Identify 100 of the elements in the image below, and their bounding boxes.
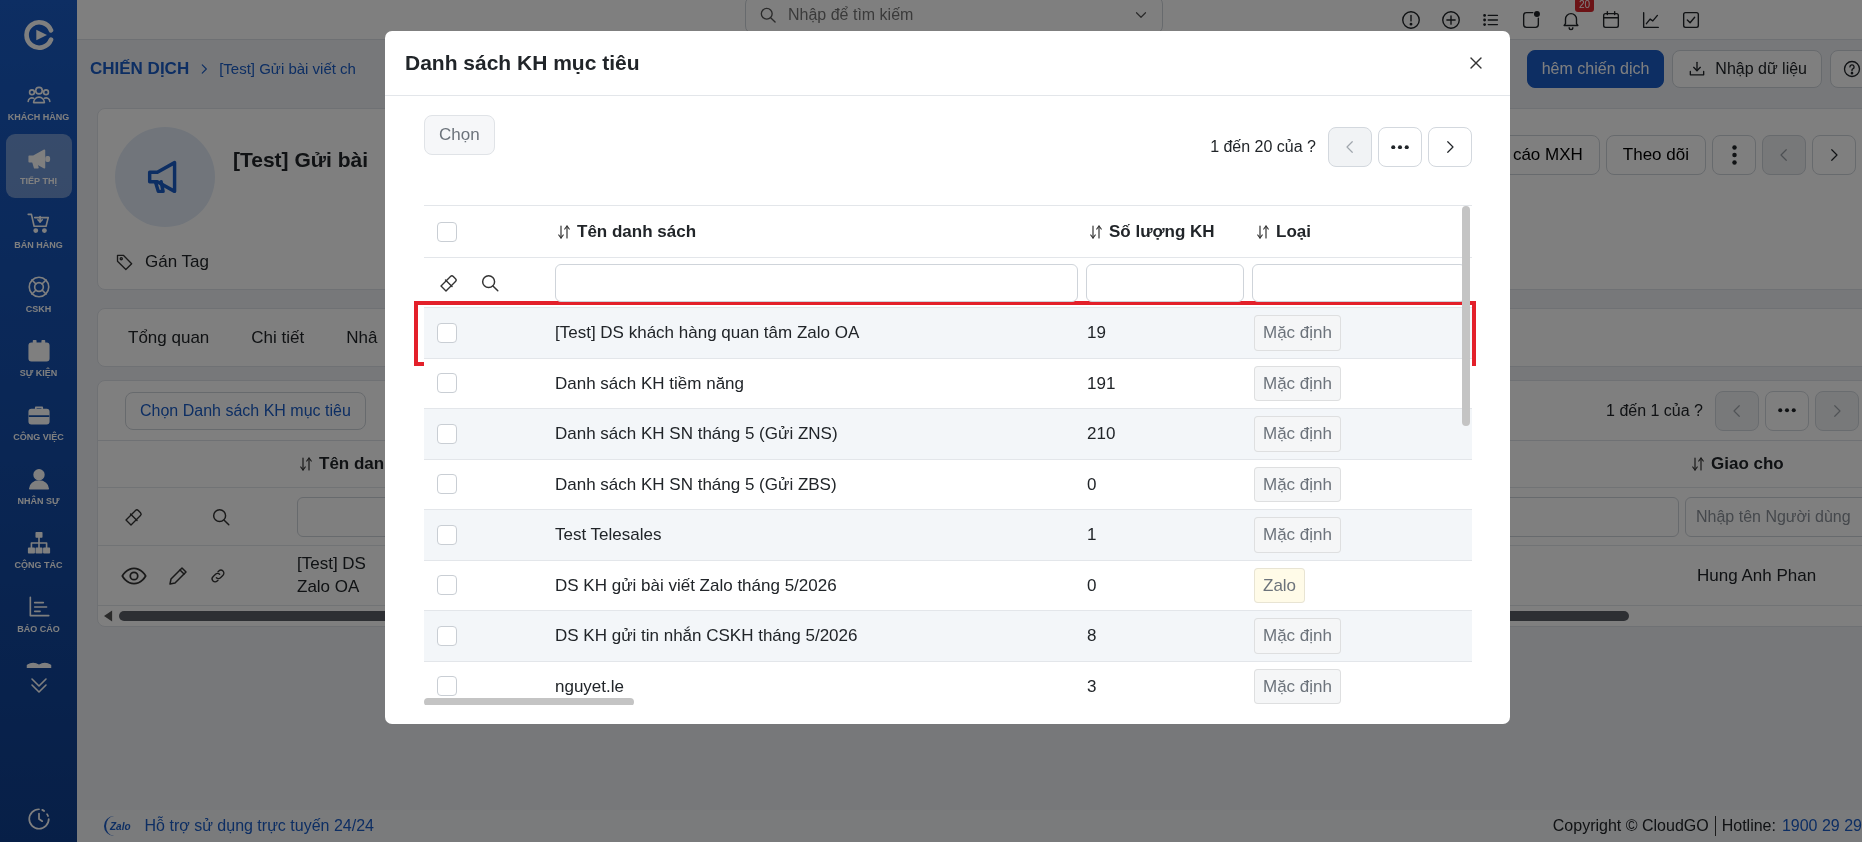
table-row[interactable]: Test Telesales 1 Mặc định	[424, 510, 1472, 561]
checkbox[interactable]	[437, 423, 457, 444]
tab[interactable]: Nhâ	[346, 324, 378, 351]
tab[interactable]: Chi tiết	[251, 324, 305, 351]
clock-icon[interactable]	[25, 806, 52, 832]
filter-field[interactable]	[555, 263, 1078, 302]
sidebar-item[interactable]: BÁN HÀNG	[5, 198, 72, 262]
table-row[interactable]: Danh sách KH SN tháng 5 (Gửi ZNS) 210 Mặc định	[424, 409, 1472, 460]
hotline-label: Hotline:	[1721, 816, 1776, 836]
table-cell: 19	[1087, 323, 1106, 342]
type-tag: Mặc định	[1254, 517, 1341, 553]
kebab-icon	[1731, 145, 1737, 165]
column-header[interactable]: Số lượng KH	[1109, 218, 1215, 245]
more-pages-button[interactable]	[1378, 127, 1422, 167]
checkbox[interactable]	[437, 474, 457, 495]
table-cell: 0	[1087, 474, 1097, 494]
square-dot-icon[interactable]	[1520, 8, 1542, 31]
more-icon	[1391, 144, 1409, 150]
lifebuoy-icon	[25, 273, 52, 300]
checkbox[interactable]	[437, 221, 457, 242]
table-cell: 0	[1087, 575, 1097, 595]
scroll-left-icon[interactable]	[104, 610, 113, 622]
alert-icon[interactable]	[1400, 8, 1422, 31]
help-icon	[1842, 59, 1862, 79]
sidebar-item[interactable]: CỘNG TÁC	[5, 518, 72, 582]
type-tag: Mặc định	[1254, 365, 1341, 401]
checkbox[interactable]	[437, 676, 457, 697]
type-tag: Mặc định	[1254, 618, 1341, 654]
sort-icon[interactable]	[297, 455, 315, 473]
action-button[interactable]: Theo dõi	[1605, 135, 1706, 175]
table-cell: 210	[1087, 424, 1116, 443]
more-pages-button[interactable]	[1765, 390, 1809, 431]
checkbox[interactable]	[437, 625, 457, 646]
import-button[interactable]: Nhập dữ liệu	[1672, 50, 1822, 88]
table-cell: Test Telesales	[555, 525, 662, 544]
sidebar-item[interactable]: CÔNG VIỆC	[5, 390, 72, 454]
breadcrumb-current: [Test] Gửi bài viết ch	[219, 58, 356, 79]
table-cell: nguyet.le	[555, 676, 624, 696]
add-campaign-button[interactable]: hêm chiến dịch	[1526, 50, 1665, 88]
column-header[interactable]: Loại	[1276, 218, 1311, 245]
logo-icon[interactable]	[22, 19, 55, 51]
checkbox[interactable]	[437, 575, 457, 596]
help-button[interactable]	[1830, 50, 1862, 88]
add-icon[interactable]	[1440, 8, 1462, 31]
table-cell: DS KH gửi bài viết Zalo tháng 5/2026	[555, 575, 837, 595]
checkbox[interactable]	[437, 322, 457, 343]
sidebar-item[interactable]: CSKH	[5, 262, 72, 326]
table-cell-text: Zalo OA	[297, 575, 361, 598]
tab[interactable]: Tổng quan	[128, 324, 210, 351]
sort-icon[interactable]	[1689, 455, 1707, 473]
scrollbar[interactable]	[1462, 206, 1470, 426]
table-cell: [Test] DS khách hàng quan tâm Zalo OA	[555, 323, 860, 342]
org-chart-icon	[25, 529, 52, 556]
dialog-title: Danh sách KH mục tiêu	[405, 50, 640, 76]
type-tag: Mặc định	[1254, 416, 1341, 452]
checkbox[interactable]	[437, 524, 457, 545]
table-cell-text: [Test] DS	[297, 552, 367, 575]
checkbox[interactable]	[437, 373, 457, 394]
choose-list-button[interactable]: Chọn Danh sách KH mục tiêu	[125, 391, 366, 430]
search-input[interactable]: Nhập để tìm kiếm	[786, 2, 1124, 28]
type-tag: Zalo	[1254, 567, 1306, 603]
search-field[interactable]: Nhập để tìm kiếm	[745, 0, 1163, 34]
calendar-icon	[25, 337, 52, 364]
zalo-logo: Zalo	[104, 816, 131, 836]
breadcrumb-link[interactable]: CHIẾN DỊCH	[90, 56, 190, 82]
table-cell: Danh sách KH SN tháng 5 (Gửi ZNS)	[555, 424, 838, 443]
filter-field[interactable]: Nhập tên Người dùng	[1685, 496, 1862, 537]
sidebar-item[interactable]: BÁO CÁO	[5, 582, 72, 646]
table-cell: Danh sách KH SN tháng 5 (Gửi ZBS)	[555, 474, 837, 494]
type-tag: Mặc định	[1254, 668, 1341, 704]
table-cell: 3	[1087, 676, 1097, 696]
column-header[interactable]: Tên danh sách	[577, 218, 697, 245]
table-cell: DS KH gửi tin nhắn CSKH tháng 5/2026	[555, 626, 858, 645]
type-tag: Mặc định	[1254, 466, 1341, 502]
column-header[interactable]: Giao cho	[1711, 451, 1784, 477]
table-cell: Hung Anh Phan	[1697, 565, 1817, 585]
support-link[interactable]: Hỗ trợ sử dụng trực tuyến 24/24	[144, 814, 374, 838]
table-cell: Danh sách KH tiềm năng	[555, 373, 744, 393]
table-cell: 8	[1087, 626, 1097, 645]
page-info: 1 đến 1 của ?	[1606, 400, 1703, 421]
hotline-link[interactable]: 1900 29 29	[1781, 814, 1862, 838]
more-button[interactable]	[1712, 135, 1756, 175]
sidebar-item[interactable]: NHÂN SỰ	[5, 454, 72, 518]
search-icon	[758, 5, 778, 25]
type-tag: Mặc định	[1254, 315, 1341, 351]
page-info: 1 đến 20 của ?	[1210, 137, 1316, 157]
table-row[interactable]: [Test] DS khách hàng quan tâm Zalo OA 19 Mặc định	[424, 308, 1472, 359]
scrollbar[interactable]	[424, 698, 634, 705]
calendar-icon[interactable]	[1600, 8, 1622, 31]
tag-link[interactable]: Gán Tag	[145, 249, 209, 275]
column-header[interactable]: Tên dan	[319, 451, 385, 477]
copyright-text: Copyright © CloudGO	[1552, 816, 1709, 836]
table-cell: 1	[1087, 525, 1097, 544]
filter-field[interactable]	[1086, 263, 1244, 302]
notification-badge: 20	[1574, 0, 1594, 12]
more-icon	[1778, 408, 1796, 413]
sidebar-item[interactable]: KHÁCH HÀNG	[5, 70, 72, 134]
table-cell: 191	[1087, 373, 1116, 393]
table-row[interactable]: DS KH gửi tin nhắn CSKH tháng 5/2026 8 Mặc định	[424, 611, 1472, 662]
sidebar-item[interactable]: SỰ KIỆN	[5, 326, 72, 390]
